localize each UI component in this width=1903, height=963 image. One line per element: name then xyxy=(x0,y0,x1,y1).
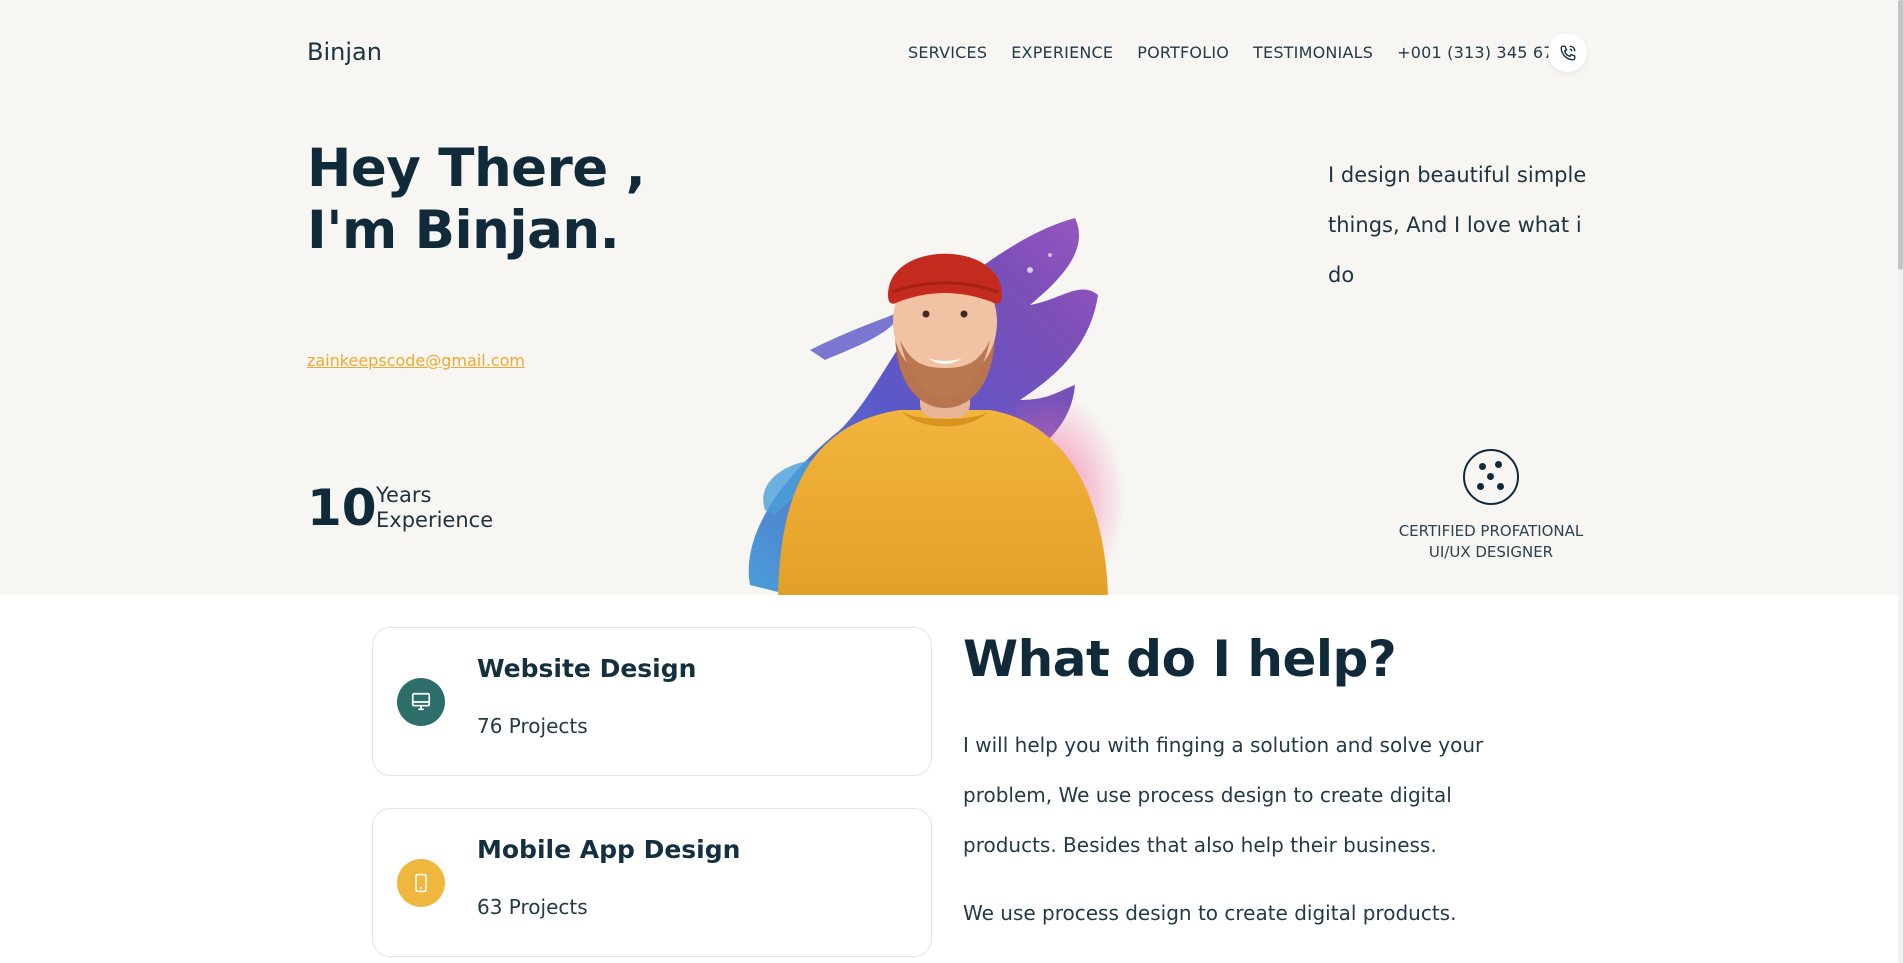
cert-line2: UI/UX DESIGNER xyxy=(1428,543,1554,561)
hero-title-line2: I'm Binjan. xyxy=(307,200,620,261)
years-label-line1: Years xyxy=(376,483,432,507)
badge-dot xyxy=(1487,473,1494,480)
help-line3: products. Besides that also help their b… xyxy=(963,833,1437,857)
hero-title: Hey There , I'm Binjan. xyxy=(307,138,646,262)
email-link[interactable]: zainkeepscode@gmail.com xyxy=(307,351,525,370)
nav-item-experience[interactable]: EXPERIENCE xyxy=(1011,43,1113,62)
service-project-count: 76 Projects xyxy=(477,714,588,738)
hero-title-line1: Hey There , xyxy=(307,138,646,199)
portrait-illustration xyxy=(748,218,1125,595)
phone-icon xyxy=(1560,45,1575,60)
nav-item-portfolio[interactable]: PORTFOLIO xyxy=(1137,43,1229,62)
badge-dot xyxy=(1477,483,1484,490)
help-line2: problem, We use process design to create… xyxy=(963,783,1452,807)
hero-tagline: I design beautiful simple things, And I … xyxy=(1328,150,1608,300)
badge-dot xyxy=(1479,463,1486,470)
service-card-website-design[interactable]: Website Design 76 Projects xyxy=(372,627,932,776)
service-project-count: 63 Projects xyxy=(477,895,588,919)
page-scrollbar[interactable] xyxy=(1898,0,1903,963)
help-description-second: We use process design to create digital … xyxy=(963,901,1457,925)
help-description: I will help you with finging a solution … xyxy=(963,720,1523,870)
service-card-mobile-app-design[interactable]: Mobile App Design 63 Projects xyxy=(372,808,932,957)
hero-section: Binjan SERVICES EXPERIENCE PORTFOLIO TES… xyxy=(0,0,1903,595)
call-button[interactable] xyxy=(1548,33,1587,72)
nav-phone-number[interactable]: +001 (313) 345 678 xyxy=(1397,43,1564,62)
nav-item-testimonials[interactable]: TESTIMONIALS xyxy=(1253,43,1373,62)
main-nav: SERVICES EXPERIENCE PORTFOLIO TESTIMONIA… xyxy=(908,43,1564,62)
certificate-badge-icon xyxy=(1463,449,1519,505)
monitor-icon xyxy=(397,678,445,726)
certification-label: CERTIFIED PROFATIONAL UI/UX DESIGNER xyxy=(1386,521,1596,563)
badge-dot xyxy=(1497,483,1504,490)
years-label-line2: Experience xyxy=(376,508,494,532)
nav-item-services[interactable]: SERVICES xyxy=(908,43,987,62)
service-title: Mobile App Design xyxy=(477,835,741,864)
help-section-title: What do I help? xyxy=(963,630,1397,688)
cert-line1: CERTIFIED PROFATIONAL xyxy=(1398,522,1584,540)
badge-dot xyxy=(1495,461,1502,468)
scrollbar-thumb[interactable] xyxy=(1898,0,1903,270)
service-title: Website Design xyxy=(477,654,697,683)
years-experience-number: 10 xyxy=(307,479,377,537)
years-experience-label: Years Experience xyxy=(376,483,493,533)
help-line1: I will help you with finging a solution … xyxy=(963,733,1484,757)
mobile-icon xyxy=(397,859,445,907)
brand-logo[interactable]: Binjan xyxy=(307,38,382,66)
tagline-line2: things, And I love what i do xyxy=(1328,213,1582,287)
tagline-line1: I design beautiful simple xyxy=(1328,163,1587,187)
